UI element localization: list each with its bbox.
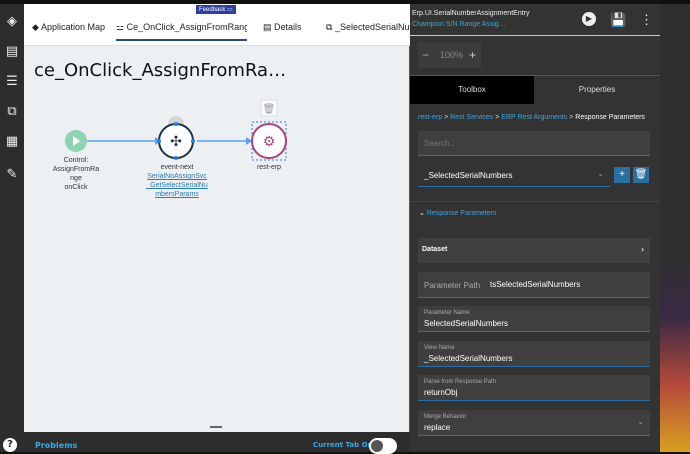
field-value: returnObj (424, 388, 458, 397)
preview-play-button[interactable]: ▶ (582, 12, 596, 26)
parameter-path-field[interactable]: Parameter Path tsSelectedSerialNumbers (418, 272, 650, 298)
problems-tab[interactable]: Problems (35, 441, 77, 450)
layout-icon[interactable]: ▤ (4, 44, 20, 60)
tab-toolbox[interactable]: Toolbox (410, 76, 534, 104)
view-name-field[interactable]: View Name _SelectedSerialNumbers (418, 341, 650, 367)
trash-icon: 🗑 (263, 103, 276, 115)
add-button[interactable]: + (614, 167, 630, 183)
zoom-level: 100% (440, 50, 464, 60)
field-label: Parameter Name (424, 310, 470, 316)
layer-name[interactable]: Champion S/N Range Assig… (412, 21, 506, 28)
start-node-label: Control: AssignFromRa nge onClick (46, 156, 106, 192)
tab-properties[interactable]: Properties (534, 76, 660, 104)
panel-tabs: Toolbox Properties (410, 75, 660, 104)
properties-panel: Erp.UI.SerialNumberAssignmentEntry Champ… (410, 4, 660, 452)
resize-handle[interactable] (210, 426, 222, 428)
event-link[interactable]: SerialNoAssignSvc (141, 172, 213, 181)
panel-header: Erp.UI.SerialNumberAssignmentEntry Champ… (410, 4, 660, 36)
dataset-label: Dataset (422, 246, 448, 253)
event-link[interactable]: _GetSelectSerialNu (141, 181, 213, 190)
checklist-icon[interactable]: ☰ (4, 74, 20, 90)
chevron-down-icon: ⌄ (419, 210, 427, 217)
field-label: View Name (424, 345, 455, 351)
field-value: SelectedSerialNumbers (424, 319, 509, 328)
field-value: tsSelectedSerialNumbers (490, 280, 581, 289)
field-label: Merge Behavior (424, 414, 467, 420)
response-parameters-section[interactable]: ⌄ Response Parameters (419, 209, 496, 217)
zoom-control: − 100% + (418, 42, 481, 68)
more-menu-icon[interactable]: ⋮ (640, 12, 653, 28)
delete-button[interactable]: 🗑 (633, 167, 649, 183)
canvas: Feedback ▭ ◆ Application Map ⚍ Ce_OnClic… (24, 4, 410, 432)
label-line: onClick (64, 184, 88, 191)
help-icon[interactable]: ? (3, 438, 17, 452)
dataset-row[interactable]: Dataset › (418, 238, 650, 263)
problems-bar: Problems Current Tab Only (24, 432, 410, 454)
zoom-out-button[interactable]: − (422, 48, 429, 62)
label-line: AssignFromRa (52, 166, 100, 173)
breadcrumb-item[interactable]: ERP Rest Arguments (501, 114, 567, 121)
save-icon[interactable]: 💾 (610, 12, 626, 28)
zoom-in-button[interactable]: + (469, 48, 476, 62)
label-line: Control: (63, 157, 89, 164)
rest-erp-label: rest-erp (256, 164, 282, 171)
edit-doc-icon[interactable]: ✎ (4, 167, 20, 183)
puzzle-icon: ✣ (170, 134, 182, 150)
selected-value: _SelectedSerialNumbers (424, 171, 513, 180)
layers-icon[interactable]: ◈ (4, 14, 20, 30)
label-line: nge (70, 175, 82, 182)
section-title: Response Parameters (426, 210, 497, 217)
breadcrumb-item[interactable]: rest-erp (418, 114, 442, 121)
field-label: Parameter Path (424, 281, 481, 290)
background-area (660, 4, 690, 452)
field-label: Parse from Response Path (424, 379, 497, 385)
flow-diagram: ✣ 🗑 ⚙ (65, 99, 287, 161)
data-icon[interactable]: ⧉ (4, 104, 20, 120)
parse-path-field[interactable]: Parse from Response Path returnObj (418, 375, 650, 401)
breadcrumb-item[interactable]: Rest Services (450, 114, 493, 121)
chevron-right-icon: › (641, 244, 644, 254)
left-sidebar: ◈ ▤ ☰ ⧉ ▦ ✎ ? (0, 4, 24, 452)
app-name: Erp.UI.SerialNumberAssignmentEntry (412, 10, 530, 17)
field-value: _SelectedSerialNumbers (424, 354, 513, 363)
grid-icon[interactable]: ▦ (4, 134, 20, 150)
breadcrumb: rest-erp > Rest Services > ERP Rest Argu… (418, 114, 645, 121)
merge-behavior-select[interactable]: Merge Behavior replace ⌄ (418, 410, 650, 436)
search-input[interactable] (418, 131, 650, 156)
event-next-label: event-next SerialNoAssignSvc _GetSelectS… (141, 163, 213, 199)
field-value: replace (424, 423, 451, 432)
parameter-name-field[interactable]: Parameter Name SelectedSerialNumbers (418, 306, 650, 332)
gear-icon: ⚙ (263, 134, 276, 150)
parameter-select[interactable]: _SelectedSerialNumbers ⌄ (418, 164, 610, 187)
chevron-down-icon: ⌄ (597, 169, 604, 178)
node-type: event-next (160, 164, 194, 171)
breadcrumb-current: Response Parameters (575, 114, 645, 121)
event-link[interactable]: mbersParams (141, 190, 213, 199)
chevron-down-icon: ⌄ (637, 417, 644, 426)
